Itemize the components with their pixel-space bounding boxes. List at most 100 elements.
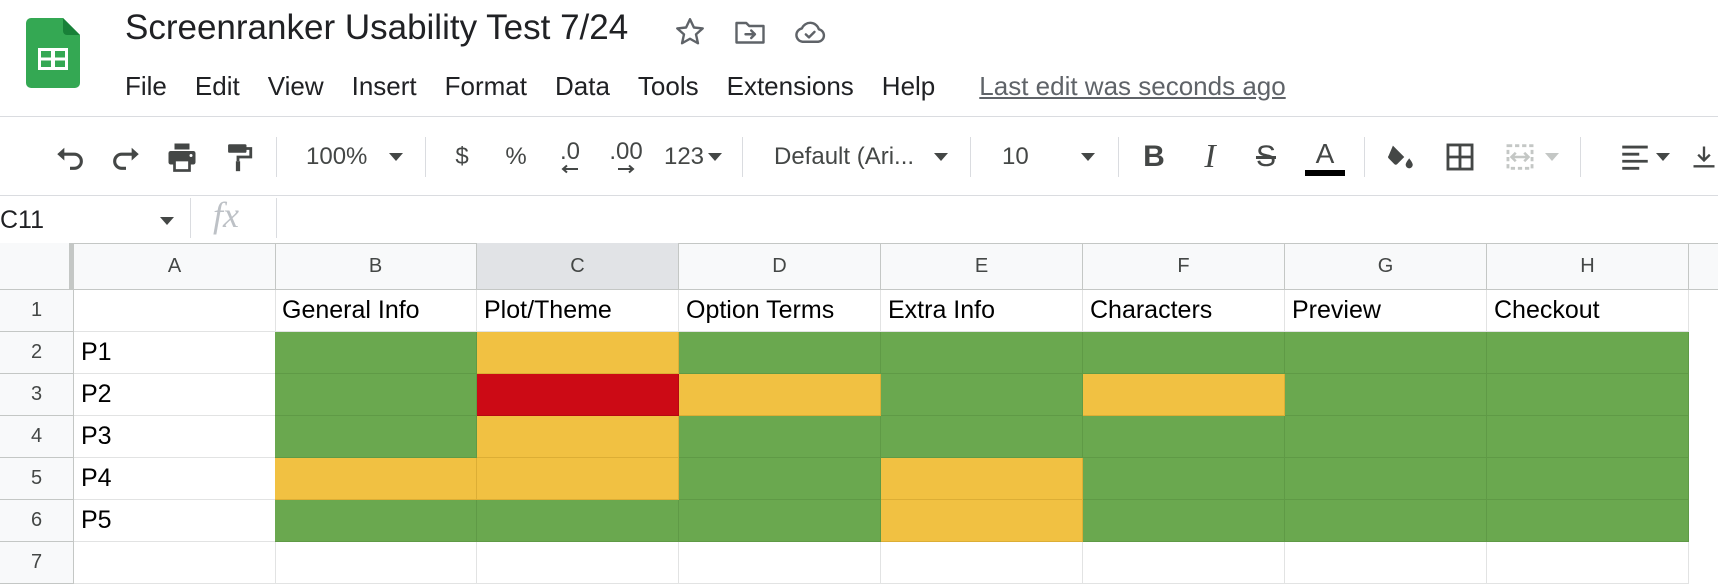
menu-edit[interactable]: Edit (195, 71, 240, 102)
menu-view[interactable]: View (268, 71, 324, 102)
status-cell-g6[interactable] (1285, 500, 1487, 542)
paint-format-button[interactable] (218, 137, 258, 177)
status-cell-g5[interactable] (1285, 458, 1487, 500)
status-cell-e6[interactable] (881, 500, 1083, 542)
status-cell-b2[interactable] (275, 332, 477, 374)
status-cell-c2[interactable] (477, 332, 679, 374)
status-cell-d4[interactable] (679, 416, 881, 458)
zoom-select[interactable]: 100% (296, 137, 408, 177)
google-sheets-logo[interactable] (26, 18, 80, 88)
select-all-corner[interactable] (0, 243, 74, 289)
status-cell-h6[interactable] (1487, 500, 1689, 542)
cell-d1[interactable]: Option Terms (679, 290, 881, 332)
status-cell-g2[interactable] (1285, 332, 1487, 374)
horizontal-align-select[interactable] (1612, 137, 1676, 177)
status-cell-f5[interactable] (1083, 458, 1285, 500)
print-button[interactable] (162, 137, 202, 177)
star-icon[interactable] (672, 14, 708, 50)
name-box[interactable]: C11 (0, 202, 180, 238)
status-cell-d3[interactable] (679, 374, 881, 416)
bold-button[interactable]: B (1134, 137, 1174, 177)
status-cell-h5[interactable] (1487, 458, 1689, 500)
cell-a7[interactable] (74, 542, 276, 584)
text-color-button[interactable]: A (1302, 137, 1348, 177)
cloud-saved-icon[interactable] (792, 14, 828, 50)
status-cell-e2[interactable] (881, 332, 1083, 374)
cell-b1[interactable]: General Info (275, 290, 477, 332)
row-header-4[interactable]: 4 (0, 416, 74, 458)
cell-f7[interactable] (1083, 542, 1285, 584)
status-cell-c3[interactable] (477, 374, 679, 416)
cell-e7[interactable] (881, 542, 1083, 584)
menu-extensions[interactable]: Extensions (727, 71, 854, 102)
cell-e1[interactable]: Extra Info (881, 290, 1083, 332)
merge-cells-button[interactable] (1496, 137, 1566, 177)
status-cell-f2[interactable] (1083, 332, 1285, 374)
cell-a2[interactable]: P1 (74, 332, 276, 374)
borders-button[interactable] (1440, 137, 1480, 177)
column-header-d[interactable]: D (679, 243, 881, 289)
cell-c1[interactable]: Plot/Theme (477, 290, 679, 332)
status-cell-f6[interactable] (1083, 500, 1285, 542)
cell-d7[interactable] (679, 542, 881, 584)
column-header-e[interactable]: E (881, 243, 1083, 289)
status-cell-g4[interactable] (1285, 416, 1487, 458)
status-cell-e4[interactable] (881, 416, 1083, 458)
status-cell-g3[interactable] (1285, 374, 1487, 416)
status-cell-d2[interactable] (679, 332, 881, 374)
menu-format[interactable]: Format (445, 71, 527, 102)
row-header-3[interactable]: 3 (0, 374, 74, 416)
cell-a1[interactable] (74, 290, 276, 332)
menu-tools[interactable]: Tools (638, 71, 699, 102)
decrease-decimal-button[interactable]: .0 (550, 137, 590, 177)
cell-a6[interactable]: P5 (74, 500, 276, 542)
column-header-b[interactable]: B (275, 243, 477, 289)
status-cell-h2[interactable] (1487, 332, 1689, 374)
cell-h7[interactable] (1487, 542, 1689, 584)
column-header-f[interactable]: F (1083, 243, 1285, 289)
cell-a4[interactable]: P3 (74, 416, 276, 458)
column-header-g[interactable]: G (1285, 243, 1487, 289)
column-header-a[interactable]: A (74, 243, 276, 289)
row-header-1[interactable]: 1 (0, 290, 74, 332)
menu-insert[interactable]: Insert (352, 71, 417, 102)
row-header-5[interactable]: 5 (0, 458, 74, 500)
status-cell-f3[interactable] (1083, 374, 1285, 416)
redo-button[interactable] (106, 137, 146, 177)
status-cell-b4[interactable] (275, 416, 477, 458)
status-cell-f4[interactable] (1083, 416, 1285, 458)
cell-f1[interactable]: Characters (1083, 290, 1285, 332)
menu-data[interactable]: Data (555, 71, 610, 102)
cell-b7[interactable] (275, 542, 477, 584)
cell-a5[interactable]: P4 (74, 458, 276, 500)
row-header-7[interactable]: 7 (0, 542, 74, 584)
status-cell-b5[interactable] (275, 458, 477, 500)
status-cell-e3[interactable] (881, 374, 1083, 416)
status-cell-h3[interactable] (1487, 374, 1689, 416)
strikethrough-button[interactable]: S (1246, 137, 1286, 177)
vertical-align-button[interactable] (1690, 137, 1718, 177)
row-header-2[interactable]: 2 (0, 332, 74, 374)
cell-g7[interactable] (1285, 542, 1487, 584)
status-cell-c4[interactable] (477, 416, 679, 458)
move-to-folder-icon[interactable] (732, 14, 768, 50)
status-cell-d6[interactable] (679, 500, 881, 542)
undo-button[interactable] (50, 137, 90, 177)
status-cell-b6[interactable] (275, 500, 477, 542)
menu-file[interactable]: File (125, 71, 167, 102)
row-header-6[interactable]: 6 (0, 500, 74, 542)
cell-h1[interactable]: Checkout (1487, 290, 1689, 332)
status-cell-c5[interactable] (477, 458, 679, 500)
italic-button[interactable]: I (1190, 137, 1230, 177)
percent-format-button[interactable]: % (498, 137, 534, 177)
status-cell-d5[interactable] (679, 458, 881, 500)
font-size-select[interactable]: 10 (990, 137, 1102, 177)
document-title[interactable]: Screenranker Usability Test 7/24 (125, 8, 628, 48)
status-cell-c6[interactable] (477, 500, 679, 542)
column-header-c[interactable]: C (477, 243, 679, 289)
increase-decimal-button[interactable]: .00 (604, 137, 648, 177)
menu-help[interactable]: Help (882, 71, 935, 102)
cell-c7[interactable] (477, 542, 679, 584)
currency-format-button[interactable]: $ (444, 137, 480, 177)
column-header-h[interactable]: H (1487, 243, 1689, 289)
